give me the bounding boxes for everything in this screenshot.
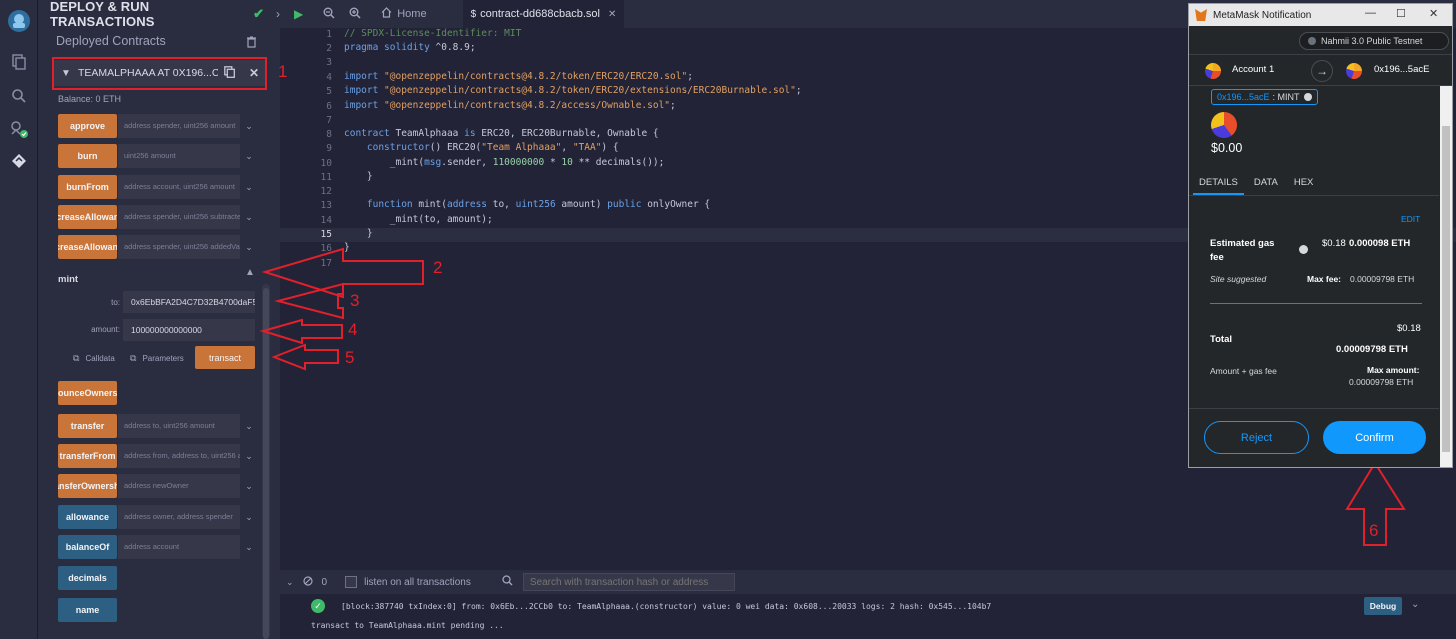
collapse-terminal-icon[interactable]: ⌄ xyxy=(286,577,294,588)
arrow-right-icon: → xyxy=(1311,60,1333,82)
reject-button[interactable]: Reject xyxy=(1204,421,1309,454)
close-window-icon[interactable]: ✕ xyxy=(1429,7,1438,20)
max-fee-value: 0.00009798 ETH xyxy=(1350,274,1415,284)
maximize-icon[interactable]: ☐ xyxy=(1396,7,1406,20)
clear-terminal-icon[interactable] xyxy=(302,575,313,589)
tag-address: 0x196...5acE xyxy=(1217,92,1270,102)
annotation-number-5: 5 xyxy=(345,348,355,367)
tab-hex[interactable]: HEX xyxy=(1288,172,1320,195)
metamask-scrollbar-thumb[interactable] xyxy=(1442,126,1450,452)
amount-gas-label: Amount + gas fee xyxy=(1210,366,1277,376)
network-dot-icon xyxy=(1308,37,1316,45)
contract-method-tag[interactable]: 0x196...5acE : MINT xyxy=(1211,89,1318,105)
tab-details[interactable]: DETAILS xyxy=(1193,172,1244,195)
confirm-button[interactable]: Confirm xyxy=(1323,421,1426,454)
info-icon xyxy=(1303,93,1312,101)
annotation-arrow-4 xyxy=(259,318,343,345)
footer-divider xyxy=(1189,408,1439,409)
transaction-amount: $0.00 xyxy=(1211,141,1243,155)
metamask-titlebar: MetaMask Notification — ☐ ✕ xyxy=(1189,4,1452,26)
gas-usd: $0.18 xyxy=(1322,238,1346,249)
info-icon[interactable] xyxy=(1299,245,1308,254)
site-suggested-label: Site suggested xyxy=(1210,274,1267,284)
from-account: Account 1 xyxy=(1232,64,1275,75)
annotation-number-2: 2 xyxy=(433,258,443,277)
log-line-deploy[interactable]: [block:387740 txIndex:0] from: 0x6Eb...2… xyxy=(341,602,991,611)
annotation-arrow-3 xyxy=(274,282,344,320)
max-fee-label: Max fee: xyxy=(1307,274,1342,284)
metamask-fox-icon xyxy=(1195,9,1207,21)
total-label: Total xyxy=(1210,334,1232,345)
account-transfer-row: Account 1 → 0x196...5acE xyxy=(1189,54,1452,86)
search-icon xyxy=(502,575,513,589)
metamask-window: MetaMask Notification — ☐ ✕ Nahmii 3.0 P… xyxy=(1188,3,1453,468)
pending-tx-count: 0 xyxy=(321,576,328,588)
metamask-tabs: DETAILS DATA HEX xyxy=(1189,172,1439,196)
debug-button[interactable]: Debug xyxy=(1364,597,1402,615)
max-amount-label: Max amount: xyxy=(1367,365,1420,375)
listen-label: listen on all transactions xyxy=(364,576,471,588)
metamask-title: MetaMask Notification xyxy=(1213,9,1312,21)
estimated-gas-label: Estimated gas fee xyxy=(1210,238,1275,263)
annotation-number-1: 1 xyxy=(278,62,288,81)
max-amount-value: 0.00009798 ETH xyxy=(1349,377,1414,387)
annotation-number-3: 3 xyxy=(350,291,360,310)
to-account: 0x196...5acE xyxy=(1374,64,1430,75)
log-line-pending: transact to TeamAlphaaa.mint pending ... xyxy=(311,621,504,630)
terminal-search-input[interactable] xyxy=(522,573,735,591)
annotation-arrow-5 xyxy=(271,343,339,371)
chevron-down-icon[interactable]: ⌄ xyxy=(1411,599,1419,610)
from-avatar xyxy=(1205,63,1221,79)
tab-data[interactable]: DATA xyxy=(1248,172,1284,195)
to-avatar xyxy=(1346,63,1362,79)
metamask-scrollbar[interactable] xyxy=(1440,86,1452,467)
edit-gas-link[interactable]: EDIT xyxy=(1401,214,1420,224)
total-eth: 0.00009798 ETH xyxy=(1336,344,1408,355)
gas-eth: 0.000098 ETH xyxy=(1349,238,1411,249)
listen-checkbox[interactable] xyxy=(345,576,358,588)
terminal-toolbar: ⌄ 0 listen on all transactions xyxy=(280,570,1456,594)
minimize-icon[interactable]: — xyxy=(1365,7,1376,19)
annotation-number-6: 6 xyxy=(1369,521,1379,540)
success-check-icon: ✓ xyxy=(311,599,325,613)
total-usd: $0.18 xyxy=(1397,323,1421,334)
terminal-log: ✓ [block:387740 txIndex:0] from: 0x6Eb..… xyxy=(280,594,1456,639)
contract-avatar xyxy=(1211,112,1237,138)
network-badge[interactable]: Nahmii 3.0 Public Testnet xyxy=(1299,32,1449,50)
network-name: Nahmii 3.0 Public Testnet xyxy=(1321,36,1423,46)
details-divider xyxy=(1210,303,1422,304)
annotation-number-4: 4 xyxy=(348,320,358,339)
tag-method: : MINT xyxy=(1272,92,1300,102)
